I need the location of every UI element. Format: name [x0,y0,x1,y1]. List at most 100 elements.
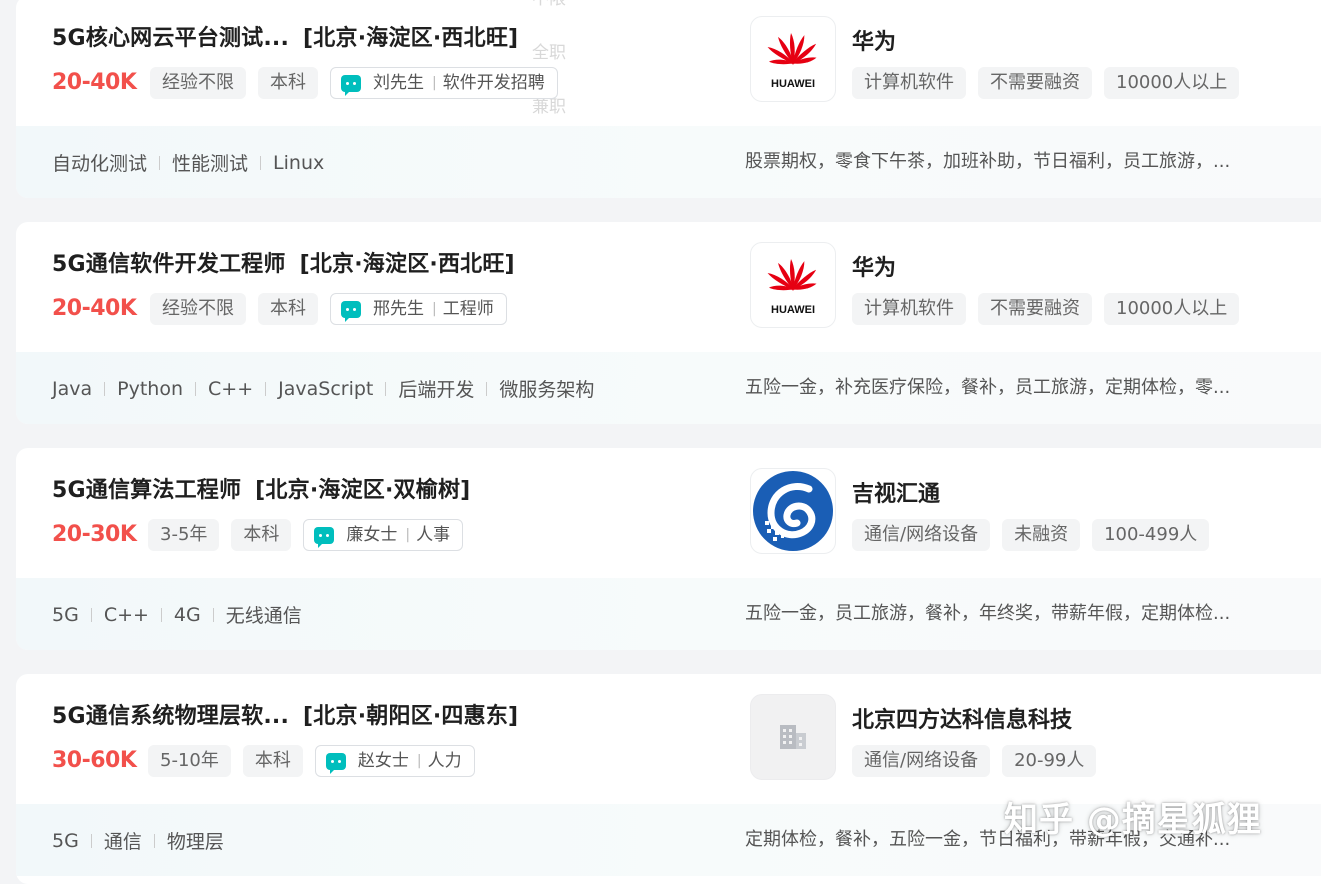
dropdown-ghost-item: 不限 [532,0,566,9]
recruiter-chat-button[interactable]: 廉女士 | 人事 [303,519,464,551]
skill-tag: 5G [52,603,79,626]
recruiter-role: 人力 [427,751,462,771]
watermark: 知乎 @摘星狐狸 [1004,800,1262,840]
job-title: 5G核心网云平台测试... [52,26,290,51]
skill-tag: JavaScript [278,377,374,400]
jishi-logo-icon [753,471,833,551]
company-name[interactable]: 北京四方达科信息科技 [852,702,1072,734]
salary: 20-40K [52,70,137,95]
skill-tag: Java [52,377,93,400]
job-card[interactable]: 5G通信软件开发工程师 [北京·海淀区·西北旺] 20-40K 经验不限 本科 邢… [16,222,1321,424]
experience-tag: 经验不限 [150,67,246,99]
svg-text:HUAWEI: HUAWEI [771,304,815,316]
skill-tag: 5G [52,829,79,852]
company-logo[interactable]: HUAWEI [750,16,836,102]
recruiter-chat-button[interactable]: 刘先生 | 软件开发招聘 [330,67,558,99]
job-location: [北京·朝阳区·四惠东] [303,704,519,729]
job-card[interactable]: 5G通信算法工程师 [北京·海淀区·双榆树] 20-30K 3-5年 本科 廉女士… [16,448,1321,650]
chat-icon [314,526,335,548]
salary: 30-60K [52,748,137,773]
recruiter-role: 工程师 [442,299,494,319]
job-title-link[interactable]: 5G通信软件开发工程师 [北京·海淀区·西北旺] [52,246,515,278]
recruiter-name: 刘先生 [373,73,424,93]
chat-icon [341,300,361,322]
benefits: 股票期权，零食下午茶，加班补助，节日福利，员工旅游，... [745,151,1231,172]
industry-tag: 计算机软件 [852,293,966,325]
dropdown-ghost-item: 全职 [532,43,566,63]
huawei-logo-icon: HUAWEI [767,259,817,316]
skill-tag: 后端开发 [398,379,475,401]
degree-tag: 本科 [258,293,318,325]
funding-tag: 不需要融资 [978,293,1092,325]
company-logo[interactable]: HUAWEI [750,242,836,328]
size-tag: 10000人以上 [1104,67,1240,99]
size-tag: 100-499人 [1092,519,1210,551]
company-name[interactable]: 吉视汇通 [852,476,940,508]
skill-tag: Python [117,377,184,400]
job-tags: 经验不限 本科 邢先生 | 工程师 [150,293,507,325]
company-name[interactable]: 华为 [852,250,896,282]
industry-tag: 通信/网络设备 [852,519,991,551]
job-title: 5G通信算法工程师 [52,478,242,503]
job-location: [北京·海淀区·双榆树] [255,478,471,503]
recruiter-chat-button[interactable]: 赵女士 | 人力 [314,745,475,777]
company-name[interactable]: 华为 [852,24,896,56]
skill-list: 5G 通信 物理层 [52,827,224,854]
job-location: [北京·海淀区·西北旺] [303,26,519,51]
funding-tag: 不需要融资 [978,67,1092,99]
recruiter-name: 邢先生 [373,299,424,319]
benefits: 五险一金，员工旅游，餐补，年终奖，带薪年假，定期体检... [745,603,1231,624]
job-card[interactable]: 5G通信系统物理层软... [北京·朝阳区·四惠东] 30-60K 5-10年 本… [16,674,1321,884]
company-tags: 通信/网络设备 20-99人 [852,745,1097,777]
company-tags: 计算机软件 不需要融资 10000人以上 [852,293,1240,325]
degree-tag: 本科 [258,67,318,99]
job-tags: 3-5年 本科 廉女士 | 人事 [148,519,464,551]
skill-tag: 性能测试 [172,153,249,175]
company-logo[interactable] [750,468,836,554]
job-card[interactable]: 不限 全职 兼职 5G核心网云平台测试...[北京·海淀区·西北旺] 20-40… [16,0,1321,198]
job-title-link[interactable]: 5G核心网云平台测试... [北京·海淀区·西北旺] [52,20,518,52]
svg-text:HUAWEI: HUAWEI [771,78,815,90]
job-tags: 5-10年 本科 赵女士 | 人力 [148,745,475,777]
skill-tag: 无线通信 [225,605,302,627]
experience-tag: 经验不限 [150,293,246,325]
skill-tag: 4G [173,603,201,626]
job-title: 5G通信系统物理层软... [52,704,290,729]
skill-tag: 物理层 [166,831,224,853]
chat-icon [325,752,346,774]
skill-list: 自动化测试 性能测试 Linux [52,149,324,176]
skill-tag: 通信 [103,831,142,853]
job-title-link[interactable]: 5G通信算法工程师 [北京·海淀区·双榆树] [52,472,470,504]
job-tags: 经验不限 本科 刘先生 | 软件开发招聘 [150,67,558,99]
skill-list: 5G C++ 4G 无线通信 [52,601,302,628]
skill-tag: C++ [103,603,149,626]
skill-tag: 微服务架构 [499,379,595,401]
degree-tag: 本科 [231,519,292,551]
skill-tag: Linux [273,151,325,174]
company-tags: 通信/网络设备 未融资 100-499人 [852,519,1210,551]
job-title: 5G通信软件开发工程师 [52,252,286,277]
recruiter-chat-button[interactable]: 邢先生 | 工程师 [330,293,507,325]
huawei-logo-icon: HUAWEI [767,33,817,90]
size-tag: 10000人以上 [1104,293,1240,325]
company-tags: 计算机软件 不需要融资 10000人以上 [852,67,1240,99]
skill-tag: 自动化测试 [52,153,148,175]
benefits: 五险一金，补充医疗保险，餐补，员工旅游，定期体检，零... [745,377,1231,398]
industry-tag: 通信/网络设备 [852,745,991,777]
salary: 20-30K [52,522,137,547]
industry-tag: 计算机软件 [852,67,966,99]
recruiter-role: 软件开发招聘 [442,73,545,93]
experience-tag: 5-10年 [148,745,231,777]
size-tag: 20-99人 [1002,745,1097,777]
skill-tag: C++ [208,377,254,400]
recruiter-name: 廉女士 [346,525,398,545]
job-title-link[interactable]: 5G通信系统物理层软... [北京·朝阳区·四惠东] [52,698,518,730]
building-icon [780,725,806,749]
job-location: [北京·海淀区·西北旺] [299,252,515,277]
funding-tag: 未融资 [1002,519,1081,551]
recruiter-name: 赵女士 [357,751,409,771]
skill-list: Java Python C++ JavaScript 后端开发 微服务架构 [52,375,594,402]
degree-tag: 本科 [242,745,303,777]
chat-icon [341,74,361,96]
company-logo[interactable] [750,694,836,780]
